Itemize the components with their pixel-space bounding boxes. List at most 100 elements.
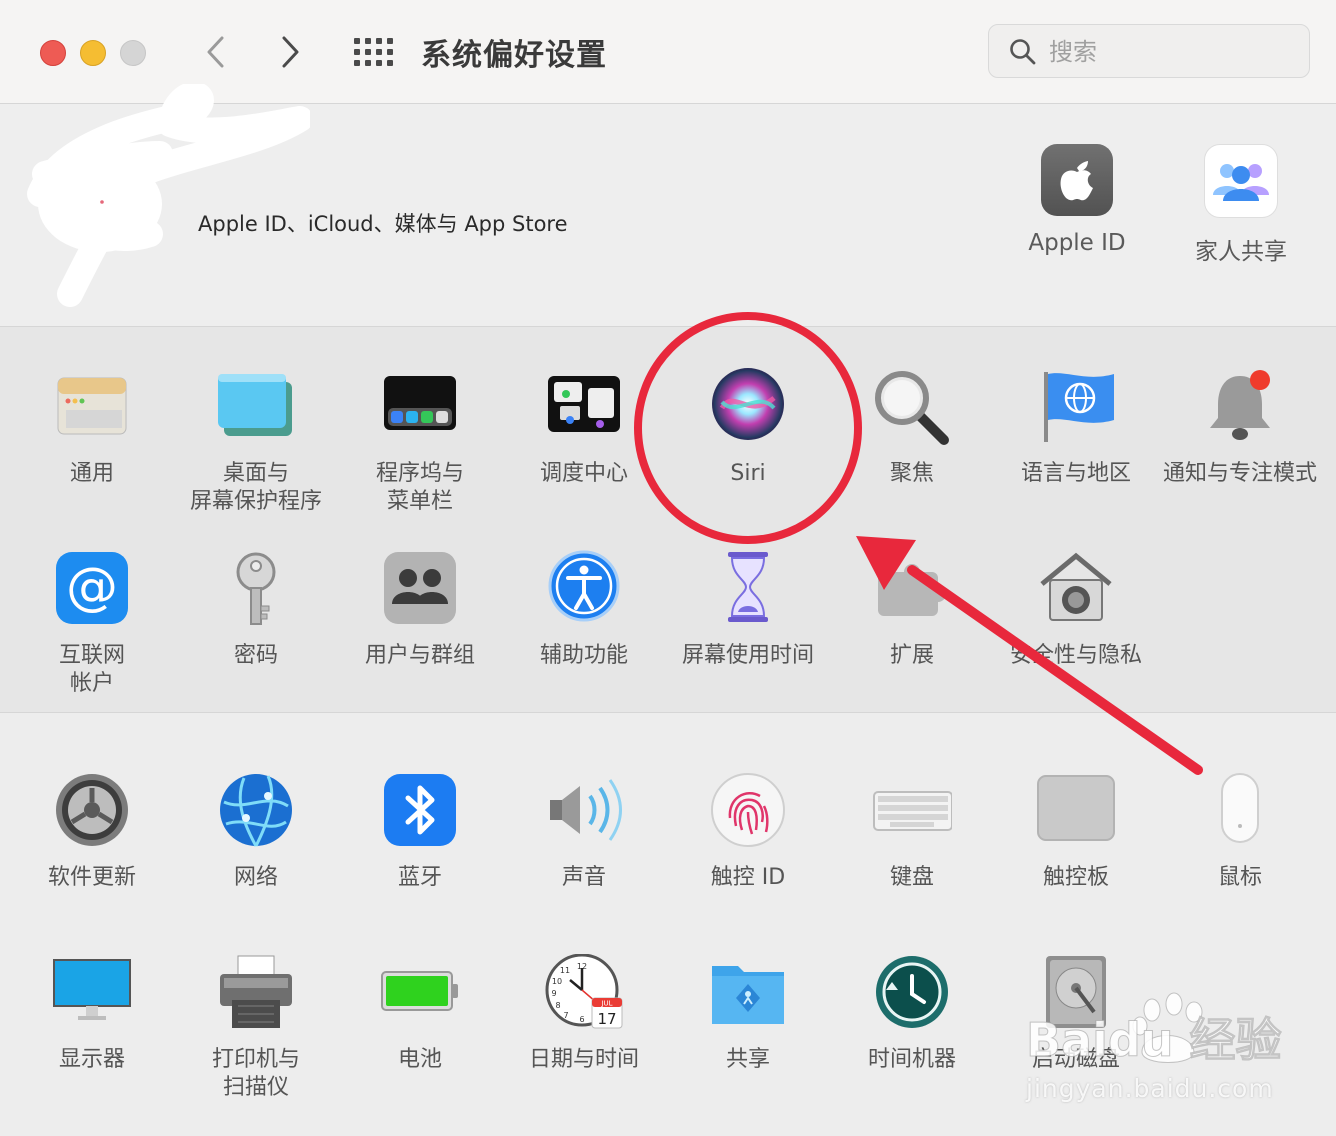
pane-label: 打印机与 扫描仪 (211, 1047, 300, 1100)
mouse-icon (1200, 772, 1280, 852)
calendar-day: 17 (597, 1010, 616, 1028)
pane-label: 触控板 (1042, 865, 1109, 890)
watermark-brand: Baidu 经验 (1026, 1013, 1282, 1067)
back-button[interactable] (196, 32, 236, 72)
software-update-icon (52, 772, 132, 852)
pane-label: 调度中心 (539, 461, 628, 486)
date-time-icon: 12 11 10 9 8 7 6 JUL 17 (544, 953, 624, 1034)
pane-internet-accounts[interactable]: @ 互联网 帐户 (12, 550, 172, 698)
passwords-icon (216, 550, 296, 630)
pane-sharing[interactable]: 共享 (668, 954, 828, 1074)
watermark-url: jingyan.baidu.com (1026, 1074, 1274, 1103)
general-icon (52, 368, 132, 448)
pane-printers-scanners[interactable]: 打印机与 扫描仪 (176, 954, 336, 1102)
security-privacy-icon (1036, 550, 1116, 630)
pane-passwords[interactable]: 密码 (176, 550, 336, 670)
pane-general[interactable]: 通用 (12, 368, 172, 488)
pane-battery[interactable]: 电池 (340, 954, 500, 1074)
pane-users-groups[interactable]: 用户与群组 (340, 550, 500, 670)
family-sharing-icon (1204, 144, 1278, 218)
pane-security-privacy[interactable]: 安全性与隐私 (996, 550, 1156, 670)
search-field[interactable] (988, 24, 1310, 78)
dock-menubar-icon (380, 368, 460, 448)
pane-label: 密码 (233, 643, 278, 668)
mission-control-icon (544, 368, 624, 448)
pane-screen-time[interactable]: 屏幕使用时间 (668, 550, 828, 670)
minimize-button[interactable] (80, 40, 106, 66)
pane-siri[interactable]: Siri (668, 368, 828, 488)
pane-touch-id[interactable]: 触控 ID (668, 772, 828, 892)
zoom-button[interactable] (120, 40, 146, 66)
extensions-icon (872, 550, 952, 630)
trackpad-icon (1036, 772, 1116, 852)
battery-icon (380, 954, 460, 1034)
family-sharing-label: 家人共享 (1195, 239, 1287, 265)
apple-id-label: Apple ID (1028, 230, 1126, 256)
svg-text:@: @ (66, 557, 118, 617)
sharing-icon (708, 954, 788, 1034)
pane-time-machine[interactable]: 时间机器 (832, 954, 992, 1074)
pane-dock-menubar[interactable]: 程序坞与 菜单栏 (340, 368, 500, 516)
spotlight-icon (872, 368, 952, 448)
clock-numeral-10: 10 (552, 977, 562, 986)
redaction-scribble (27, 84, 310, 307)
pane-label: 电池 (397, 1047, 442, 1072)
search-input[interactable] (1047, 33, 1291, 71)
pane-notifications-focus[interactable]: 通知与专注模式 (1160, 368, 1320, 488)
pane-label: 通知与专注模式 (1162, 461, 1317, 486)
pane-label: 共享 (725, 1047, 770, 1072)
touch-id-icon (708, 772, 788, 852)
pane-label: 网络 (233, 865, 278, 890)
network-icon (216, 772, 296, 852)
pane-accessibility[interactable]: 辅助功能 (504, 550, 664, 670)
pane-label: 键盘 (889, 865, 934, 890)
close-button[interactable] (40, 40, 66, 66)
pane-desktop-screensaver[interactable]: 桌面与 屏幕保护程序 (176, 368, 336, 516)
pane-extensions[interactable]: 扩展 (832, 550, 992, 670)
pane-network[interactable]: 网络 (176, 772, 336, 892)
forward-button[interactable] (270, 32, 310, 72)
pane-mouse[interactable]: 鼠标 (1160, 772, 1320, 892)
calendar-month: JUL (600, 1000, 612, 1008)
pane-keyboard[interactable]: 键盘 (832, 772, 992, 892)
clock-numeral-11: 11 (560, 966, 570, 975)
pane-spotlight[interactable]: 聚焦 (832, 368, 992, 488)
apple-id-pane[interactable]: Apple ID (1002, 144, 1152, 256)
pane-label: 用户与群组 (364, 643, 475, 668)
pane-label: 屏幕使用时间 (681, 643, 814, 668)
pane-label: 日期与时间 (528, 1047, 639, 1072)
pane-sound[interactable]: 声音 (504, 772, 664, 892)
notifications-icon (1200, 368, 1280, 448)
pane-label: 桌面与 屏幕保护程序 (189, 461, 322, 514)
language-region-icon (1036, 368, 1116, 448)
displays-icon (52, 954, 132, 1034)
keyboard-icon (872, 772, 953, 852)
pane-label: 聚焦 (889, 461, 934, 486)
pane-label: 语言与地区 (1020, 461, 1131, 486)
account-section: Apple ID、iCloud、媒体与 App Store Apple ID 家… (0, 84, 1336, 327)
pane-mission-control[interactable]: 调度中心 (504, 368, 664, 488)
family-sharing-pane[interactable]: 家人共享 (1166, 144, 1316, 266)
show-all-grid-button[interactable] (350, 34, 394, 70)
pane-displays[interactable]: 显示器 (12, 954, 172, 1074)
pane-software-update[interactable]: 软件更新 (12, 772, 172, 892)
pane-date-time[interactable]: 12 11 10 9 8 7 6 JUL 17 日期与时间 (504, 953, 664, 1074)
pane-language-region[interactable]: 语言与地区 (996, 368, 1156, 488)
pane-label: 声音 (561, 865, 606, 890)
apple-logo-icon (1041, 144, 1113, 216)
pane-label: 扩展 (889, 643, 934, 668)
pane-label: 蓝牙 (397, 865, 442, 890)
pane-label: 程序坞与 菜单栏 (375, 461, 464, 514)
pane-label: 辅助功能 (539, 643, 628, 668)
pane-bluetooth[interactable]: 蓝牙 (340, 772, 500, 892)
pane-label: 安全性与隐私 (1009, 643, 1142, 668)
chevron-left-icon (207, 36, 224, 68)
accessibility-icon (544, 550, 624, 630)
clock-numeral-9: 9 (551, 989, 556, 998)
internet-accounts-icon: @ (52, 550, 132, 630)
chevron-right-icon (282, 36, 299, 68)
pane-trackpad[interactable]: 触控板 (996, 772, 1156, 892)
account-description: Apple ID、iCloud、媒体与 App Store (198, 212, 568, 236)
clock-numeral-6: 6 (579, 1015, 584, 1024)
window-title: 系统偏好设置 (421, 38, 607, 73)
